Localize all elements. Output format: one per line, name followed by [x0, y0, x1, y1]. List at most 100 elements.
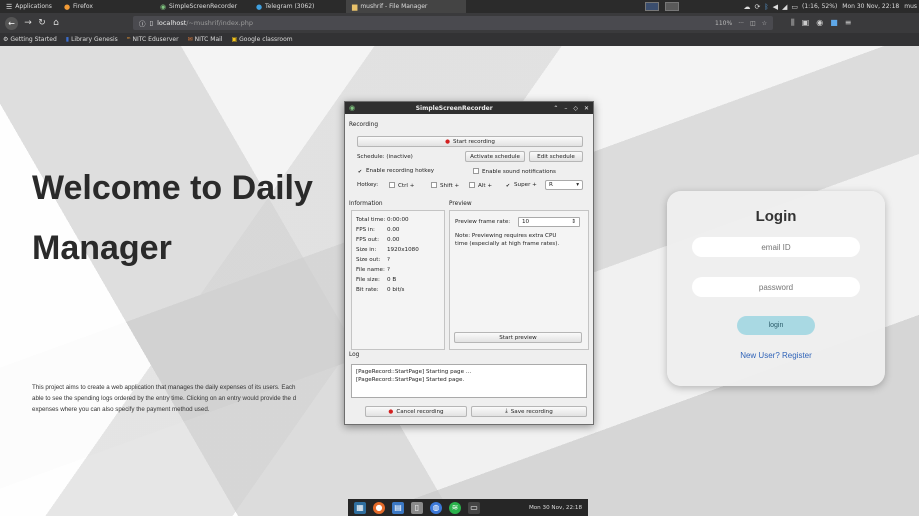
checkbox-icon	[469, 182, 475, 188]
dock-clock: Mon 30 Nov, 22:18	[528, 504, 582, 511]
back-icon[interactable]: ←	[5, 16, 18, 30]
reload-icon[interactable]: ↻	[35, 18, 49, 28]
workspace-2-icon[interactable]	[664, 2, 679, 11]
bookmark-nitc-eduserver[interactable]: ᵐ NITC Eduserver	[127, 36, 179, 43]
task-label: Firefox	[73, 3, 93, 10]
bluetooth-icon[interactable]: ᛒ	[764, 3, 768, 11]
page-icon: ▯	[149, 19, 154, 27]
spotify-icon[interactable]: ≋	[449, 501, 461, 514]
info-row: FPS in: 0.00	[356, 227, 400, 233]
spinner-arrows-icon: ⇕	[571, 219, 576, 225]
task-file-manager[interactable]: ▆ mushrif - File Manager	[345, 0, 466, 13]
network-icon[interactable]: ◢	[782, 3, 787, 11]
bookmark-label: Getting Started	[10, 36, 57, 43]
information-panel: Total time: 0:00:00 FPS in: 0.00 FPS out: 0…	[351, 210, 445, 350]
minimize-icon[interactable]: –	[564, 105, 567, 112]
save-icon: ⤓	[505, 408, 508, 414]
info-row: File size: 0 B	[356, 277, 397, 283]
cancel-recording-button[interactable]: ● Cancel recording	[365, 406, 467, 417]
chevron-up-icon[interactable]: ⌃	[553, 105, 558, 112]
enable-sound-checkbox[interactable]: Enable sound notifications	[473, 168, 556, 175]
alt-modifier-checkbox[interactable]: Alt +	[469, 182, 492, 189]
info-row: Size in: 1920x1080	[356, 247, 419, 253]
file-manager-icon[interactable]: ▤	[392, 501, 404, 514]
forward-icon[interactable]: →	[21, 18, 35, 28]
shift-modifier-checkbox[interactable]: Shift +	[431, 182, 459, 189]
sidebar-icon[interactable]: ▣	[802, 18, 810, 28]
system-clock[interactable]: Mon 30 Nov, 22:18	[839, 0, 902, 13]
bookmark-getting-started[interactable]: ⚙ Getting Started	[3, 36, 57, 43]
library-icon[interactable]: ⫼	[791, 18, 795, 28]
start-recording-button[interactable]: ● Start recording	[357, 136, 583, 147]
system-taskbar: ☰ Applications ● Firefox ◉ SimpleScreenR…	[0, 0, 919, 13]
folder-icon: ▆	[351, 2, 358, 11]
enable-hotkey-checkbox[interactable]: ✔ Enable recording hotkey	[357, 168, 434, 176]
modifier-label: Alt +	[478, 183, 493, 189]
start-preview-button[interactable]: Start preview	[454, 332, 582, 343]
preview-frame-rate-label: Preview frame rate:	[455, 219, 511, 225]
overflow-icon[interactable]: ≡	[845, 18, 852, 28]
log-output[interactable]: [PageRecord::StartPage] Starting page ..…	[351, 364, 587, 398]
checkmark-icon: ✔	[505, 183, 511, 189]
bookmark-star-icon[interactable]: ☆	[762, 20, 767, 27]
close-icon[interactable]: ✕	[584, 105, 589, 112]
battery-icon[interactable]: ▭	[791, 3, 798, 11]
register-link[interactable]: New User? Register	[667, 351, 885, 360]
login-button[interactable]: login	[737, 316, 815, 335]
firefox-icon[interactable]: ●	[373, 501, 385, 514]
site-info-icon[interactable]: ⓘ	[139, 18, 146, 28]
modifier-label: Super +	[514, 182, 537, 188]
url-bar[interactable]: ⓘ ▯ localhost /~mushrif/index.php 110% ·…	[133, 16, 773, 30]
account-icon[interactable]: ◉	[816, 18, 823, 28]
cancel-recording-label: Cancel recording	[396, 408, 444, 415]
task-simplescreenrecorder[interactable]: ◉ SimpleScreenRecorder	[154, 0, 250, 13]
window-title: SimpleScreenRecorder	[415, 104, 493, 112]
info-row: Bit rate: 0 bit/s	[356, 287, 405, 293]
save-recording-label: Save recording	[510, 408, 553, 415]
bookmark-nitc-mail[interactable]: ✉ NITC Mail	[188, 36, 223, 43]
chromium-icon[interactable]: ◍	[430, 501, 442, 514]
url-host: localhost	[157, 19, 187, 27]
recording-section-label: Recording	[349, 122, 378, 128]
ctrl-modifier-checkbox[interactable]: Ctrl +	[389, 182, 414, 189]
bookmark-library-genesis[interactable]: ▮ Library Genesis	[66, 36, 118, 43]
bookmark-google-classroom[interactable]: ▣ Google classroom	[231, 36, 292, 43]
browser-toolbar: ← → ↻ ⌂ ⓘ ▯ localhost /~mushrif/index.ph…	[0, 13, 919, 33]
save-recording-button[interactable]: ⤓ Save recording	[471, 406, 587, 417]
maximize-icon[interactable]: ◇	[573, 105, 578, 112]
classroom-icon: ▣	[231, 36, 238, 43]
terminal-icon[interactable]: ▭	[468, 501, 480, 514]
sync-icon[interactable]: ⟳	[755, 3, 761, 11]
hotkey-key-select[interactable]: R ▾	[545, 180, 583, 190]
modifier-label: Shift +	[440, 183, 460, 189]
window-titlebar[interactable]: ◉ SimpleScreenRecorder ⌃ – ◇ ✕	[345, 102, 593, 114]
preview-note-line-2: time (especially at high frame rates).	[455, 241, 560, 247]
super-modifier-checkbox[interactable]: ✔ Super +	[505, 182, 537, 190]
page-actions-icon[interactable]: ···	[738, 20, 744, 27]
user-menu[interactable]: mus	[902, 0, 919, 13]
bookmark-label: Library Genesis	[71, 36, 118, 43]
show-desktop-icon[interactable]: ▦	[354, 501, 366, 514]
activate-schedule-button[interactable]: Activate schedule	[465, 151, 525, 162]
log-line: [PageRecord::StartPage] Started page.	[356, 377, 465, 383]
workspace-1-icon[interactable]	[644, 2, 659, 11]
pocket-icon[interactable]: ◫	[750, 20, 756, 27]
zoom-level[interactable]: 110%	[715, 20, 732, 27]
password-field[interactable]	[692, 277, 860, 297]
cloud-icon[interactable]: ☁	[744, 3, 751, 11]
preview-panel: Preview frame rate: 10 ⇕ Note: Previewin…	[449, 210, 589, 350]
task-telegram[interactable]: ● Telegram (3062)	[250, 0, 346, 13]
volume-icon[interactable]: ◀	[773, 3, 778, 11]
applications-menu[interactable]: ☰ Applications	[0, 0, 58, 13]
extension-icon[interactable]: ■	[830, 18, 838, 28]
info-row: Size out:?	[356, 257, 390, 263]
text-editor-icon[interactable]: ▯	[411, 501, 423, 514]
home-icon[interactable]: ⌂	[49, 18, 63, 28]
task-label: SimpleScreenRecorder	[169, 3, 238, 10]
checkbox-icon	[431, 182, 437, 188]
task-firefox[interactable]: ● Firefox	[58, 0, 154, 13]
preview-frame-rate-spinner[interactable]: 10 ⇕	[518, 217, 580, 227]
email-field[interactable]	[692, 237, 860, 257]
edit-schedule-button[interactable]: Edit schedule	[529, 151, 583, 162]
enable-hotkey-label: Enable recording hotkey	[366, 168, 435, 174]
